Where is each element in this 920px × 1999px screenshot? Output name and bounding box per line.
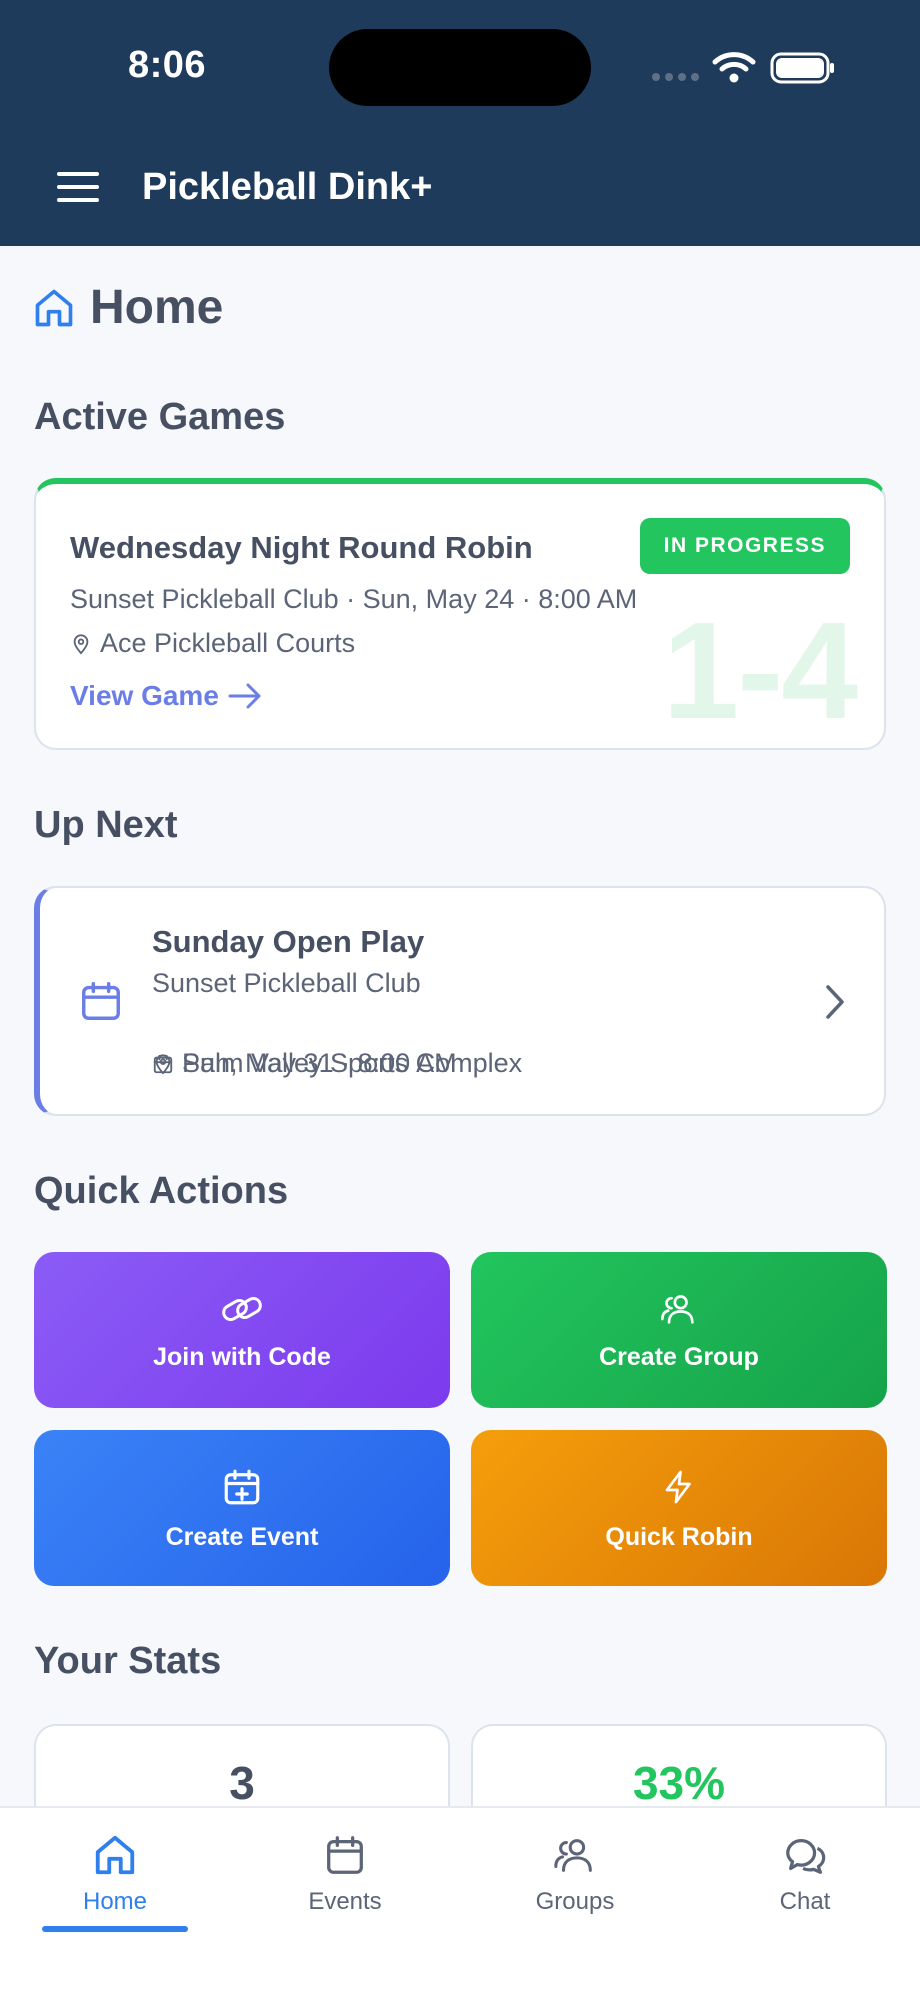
link-icon xyxy=(222,1296,262,1321)
users-icon xyxy=(661,1294,694,1324)
tab-home[interactable]: Home xyxy=(15,1832,215,1916)
arrow-right-icon xyxy=(228,683,261,709)
view-game-label: View Game xyxy=(70,680,219,711)
bottom-tab-bar: Home Events Groups Chat xyxy=(0,1806,920,1999)
home-icon xyxy=(95,1835,135,1875)
game-score: 1-4 xyxy=(662,594,858,748)
cellular-signal-icon xyxy=(652,73,699,81)
map-pin-icon xyxy=(155,1053,171,1075)
page-title: Home xyxy=(90,281,224,334)
game-location-row: Ace Pickleball Courts xyxy=(70,628,355,659)
quick-robin-button[interactable]: Quick Robin xyxy=(471,1430,887,1586)
app-header: 8:06 Pickleball Dink+ xyxy=(0,0,920,246)
map-pin-icon xyxy=(73,633,89,655)
wifi-icon xyxy=(712,52,756,83)
active-tab-indicator xyxy=(42,1926,188,1932)
quick-robin-label: Quick Robin xyxy=(605,1522,753,1551)
battery-icon xyxy=(770,52,834,84)
chevron-right-icon xyxy=(826,985,844,1019)
view-game-link[interactable]: View Game xyxy=(70,680,263,712)
game-meta: Sunset Pickleball Club · Sun, May 24 · 8… xyxy=(70,584,638,614)
page-heading: Home xyxy=(32,280,223,335)
event-location: Palm Valley Sports Complex xyxy=(182,1048,523,1078)
home-icon xyxy=(35,289,73,326)
event-name: Sunday Open Play xyxy=(152,924,425,959)
status-badge: IN PROGRESS xyxy=(639,518,850,574)
create-event-button[interactable]: Create Event xyxy=(34,1430,450,1586)
join-with-code-label: Join with Code xyxy=(153,1342,331,1371)
calendar-plus-icon xyxy=(224,1469,260,1504)
active-game-card[interactable]: Wednesday Night Round Robin IN PROGRESS … xyxy=(34,478,886,750)
join-with-code-button[interactable]: Join with Code xyxy=(34,1252,450,1408)
create-group-button[interactable]: Create Group xyxy=(471,1252,887,1408)
users-icon xyxy=(554,1839,592,1872)
dynamic-island xyxy=(329,29,591,106)
your-stats-heading: Your Stats xyxy=(34,1640,222,1682)
tab-groups[interactable]: Groups xyxy=(475,1832,675,1916)
create-group-label: Create Group xyxy=(599,1342,759,1371)
tab-events[interactable]: Events xyxy=(245,1832,445,1916)
up-next-event-card[interactable]: Sunday Open Play Sunset Pickleball Club … xyxy=(34,886,886,1116)
chat-icon xyxy=(786,1839,826,1874)
event-club: Sunset Pickleball Club xyxy=(152,968,421,998)
tab-home-label: Home xyxy=(82,1888,148,1915)
create-event-label: Create Event xyxy=(165,1522,319,1551)
event-location-row: Palm Valley Sports Complex xyxy=(152,1048,522,1079)
tab-events-label: Events xyxy=(308,1888,382,1915)
game-location: Ace Pickleball Courts xyxy=(100,628,356,658)
status-time: 8:06 xyxy=(128,44,207,86)
tab-groups-label: Groups xyxy=(535,1888,615,1915)
bolt-icon xyxy=(665,1470,691,1503)
tab-chat[interactable]: Chat xyxy=(705,1832,905,1916)
calendar-icon xyxy=(82,982,120,1020)
hamburger-menu-icon[interactable] xyxy=(55,172,103,202)
calendar-icon xyxy=(327,1836,363,1874)
quick-actions-heading: Quick Actions xyxy=(34,1170,289,1212)
active-games-heading: Active Games xyxy=(34,396,286,438)
up-next-heading: Up Next xyxy=(34,804,178,846)
tab-chat-label: Chat xyxy=(779,1888,831,1915)
app-title: Pickleball Dink+ xyxy=(142,166,433,208)
game-name: Wednesday Night Round Robin xyxy=(70,530,533,565)
